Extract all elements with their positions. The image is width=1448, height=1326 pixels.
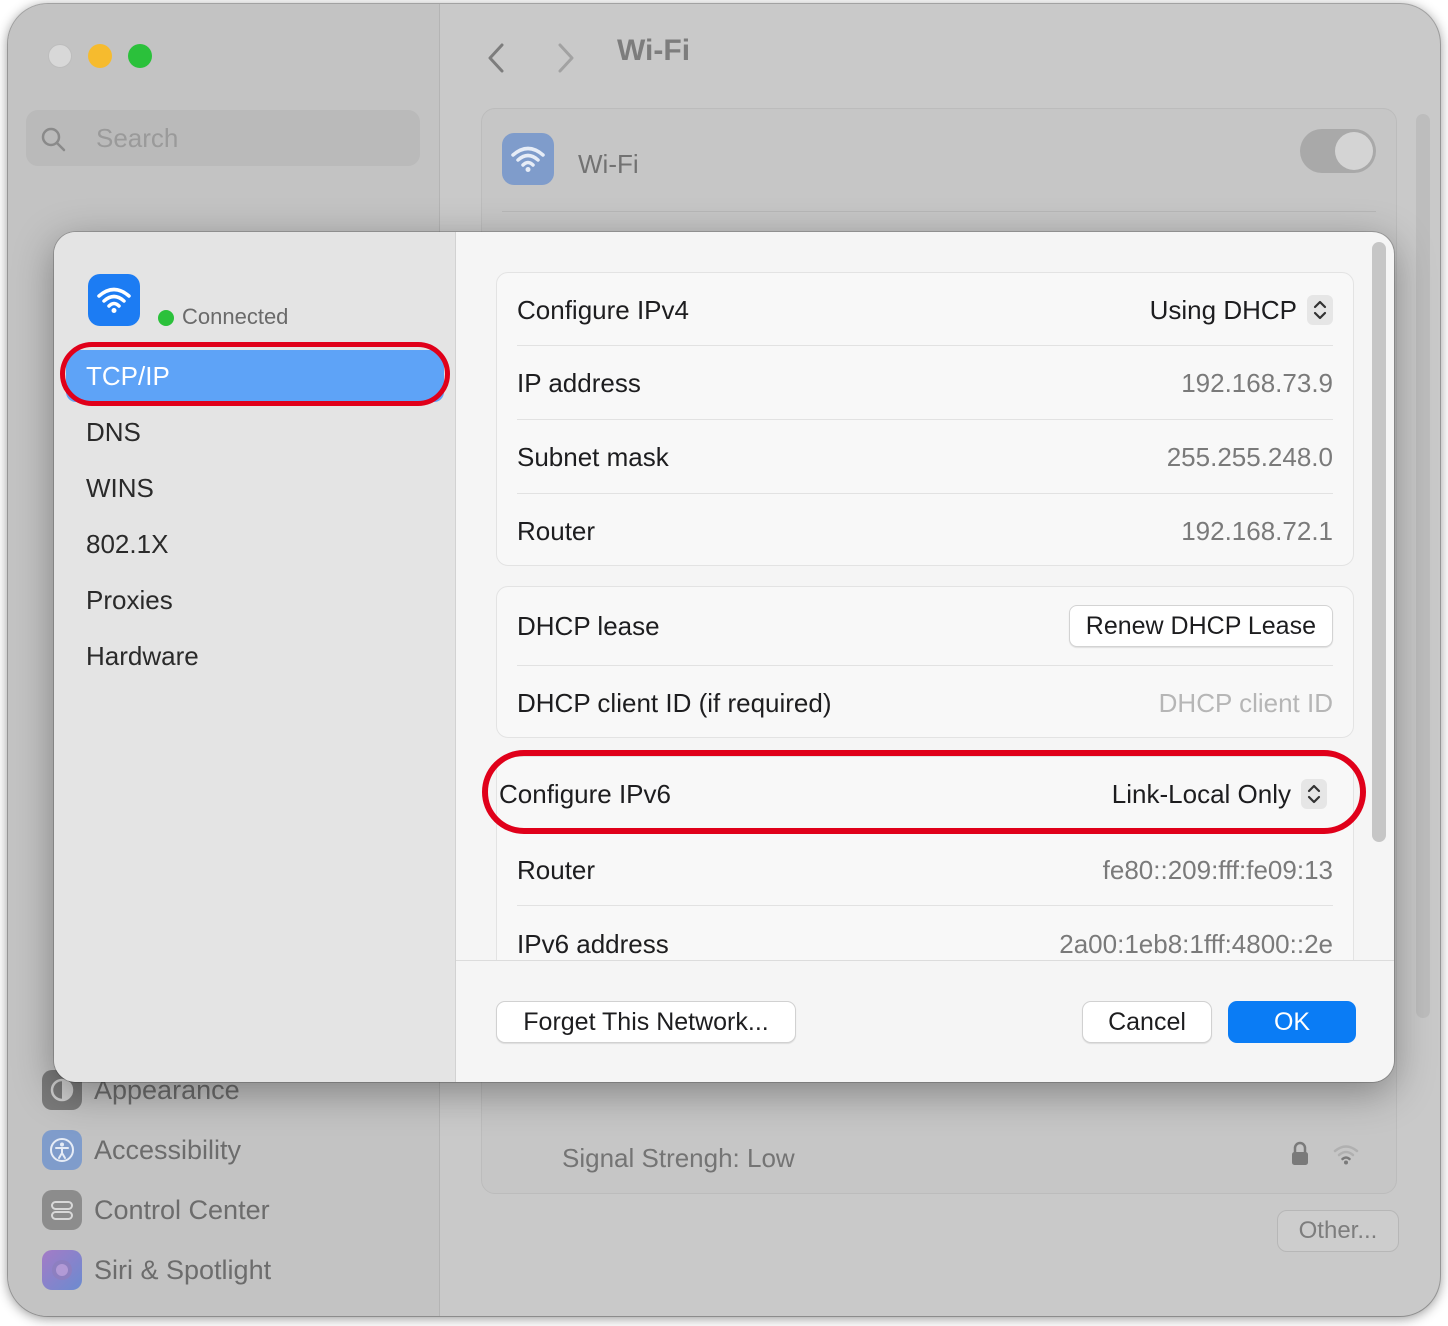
tab-tcp-ip[interactable]: TCP/IP [66, 350, 444, 402]
connected-status-dot [158, 310, 174, 326]
minimize-window-button[interactable] [88, 44, 112, 68]
ipv6-router-label: Router [517, 854, 596, 885]
configure-ipv6-label: Configure IPv6 [499, 778, 671, 809]
ip-address-value: 192.168.73.9 [1181, 367, 1333, 398]
scrollbar[interactable] [1372, 242, 1386, 842]
divider [502, 211, 1376, 212]
ip-address-row: IP address 192.168.73.9 [517, 346, 1333, 420]
divider [517, 905, 1333, 906]
tab-802-1x[interactable]: 802.1X [66, 518, 444, 570]
dhcp-group: DHCP lease Renew DHCP Lease DHCP client … [496, 586, 1354, 738]
network-details-sheet: Connected TCP/IP DNS WINS 802.1X Proxies… [54, 232, 1394, 1082]
sidebar-item-control-center[interactable]: Control Center [42, 1188, 270, 1232]
ipv4-router-value: 192.168.72.1 [1181, 515, 1333, 546]
accessibility-icon [42, 1130, 82, 1170]
network-row-icons [1290, 1141, 1360, 1167]
chevron-left-icon [488, 43, 504, 73]
dhcp-client-id-label: DHCP client ID (if required) [517, 687, 832, 718]
wifi-toggle[interactable] [1300, 129, 1376, 173]
updown-chevron-icon [1307, 295, 1333, 325]
close-window-button[interactable] [48, 44, 72, 68]
ip-address-label: IP address [517, 367, 641, 398]
scrollbar[interactable] [1416, 114, 1430, 1018]
configure-ipv4-value: Using DHCP [1149, 294, 1297, 325]
tab-dns[interactable]: DNS [66, 406, 444, 458]
sidebar-item-label: Siri & Spotlight [94, 1254, 272, 1285]
siri-icon [42, 1250, 82, 1290]
sidebar-item-siri-spotlight[interactable]: Siri & Spotlight [42, 1248, 271, 1292]
ipv6-group: Configure IPv6 Link-Local Only Router fe… [496, 756, 1354, 960]
configure-ipv6-value: Link-Local Only [1111, 778, 1291, 809]
forget-network-button[interactable]: Forget This Network... [496, 1001, 796, 1043]
configure-ipv4-label: Configure IPv4 [517, 294, 689, 325]
updown-chevron-icon [1301, 779, 1327, 809]
ipv4-router-row: Router 192.168.72.1 [517, 494, 1333, 568]
ipv6-address-row: IPv6 address 2a00:1eb8:1fff:4800::2e [517, 907, 1333, 960]
sidebar-item-label: Accessibility [94, 1134, 242, 1165]
back-button[interactable] [479, 36, 513, 80]
tab-wins[interactable]: WINS [66, 462, 444, 514]
configure-ipv4-row: Configure IPv4 Using DHCP [517, 273, 1333, 347]
tab-hardware[interactable]: Hardware [66, 630, 444, 682]
dhcp-client-id-field[interactable]: DHCP client ID [1159, 688, 1333, 719]
subnet-mask-value: 255.255.248.0 [1166, 441, 1333, 472]
other-network-button[interactable]: Other... [1277, 1210, 1399, 1252]
tcp-ip-panel: Configure IPv4 Using DHCP IP address 192… [456, 232, 1394, 960]
control-center-icon [42, 1190, 82, 1230]
configure-ipv4-popup[interactable]: Using DHCP [1150, 295, 1333, 326]
sidebar-item-label: Control Center [94, 1194, 270, 1225]
ipv4-group: Configure IPv4 Using DHCP IP address 192… [496, 272, 1354, 566]
dhcp-client-id-row: DHCP client ID (if required) DHCP client… [517, 666, 1333, 740]
sidebar-search[interactable] [26, 110, 420, 166]
ipv6-address-value: 2a00:1eb8:1fff:4800::2e [1059, 928, 1333, 959]
zoom-window-button[interactable] [128, 44, 152, 68]
ipv6-router-row: Router fe80::209:fff:fe09:13 [517, 833, 1333, 907]
cancel-button[interactable]: Cancel [1082, 1001, 1212, 1043]
forward-button[interactable] [549, 36, 583, 80]
ipv4-router-label: Router [517, 515, 596, 546]
subnet-mask-label: Subnet mask [517, 441, 669, 472]
page-title: Wi-Fi [617, 34, 691, 67]
search-icon [41, 127, 66, 152]
toggle-knob [1335, 132, 1373, 170]
configure-ipv6-row: Configure IPv6 Link-Local Only [499, 757, 1327, 831]
chevron-right-icon [558, 43, 574, 73]
configure-ipv6-popup[interactable]: Link-Local Only [1112, 779, 1327, 810]
sheet-footer: Forget This Network... Cancel OK [456, 960, 1394, 1082]
dhcp-lease-label: DHCP lease [517, 610, 660, 641]
tab-proxies[interactable]: Proxies [66, 574, 444, 626]
ipv6-router-value: fe80::209:fff:fe09:13 [1102, 854, 1333, 885]
wifi-toggle-label: Wi-Fi [578, 149, 639, 179]
wifi-signal-icon [1333, 1145, 1359, 1165]
network-row-label: Signal Strengh: Low [562, 1143, 795, 1173]
sheet-sidebar: Connected TCP/IP DNS WINS 802.1X Proxies… [54, 232, 456, 1082]
search-input[interactable] [96, 120, 396, 156]
lock-icon [1292, 1141, 1308, 1165]
renew-dhcp-lease-button[interactable]: Renew DHCP Lease [1068, 605, 1333, 647]
ok-button[interactable]: OK [1228, 1001, 1356, 1043]
sidebar-item-accessibility[interactable]: Accessibility [42, 1128, 241, 1172]
wifi-icon [502, 133, 554, 185]
wifi-icon [88, 274, 140, 326]
dhcp-lease-row: DHCP lease Renew DHCP Lease [517, 589, 1333, 663]
ipv6-address-label: IPv6 address [517, 928, 669, 959]
connection-status: Connected [182, 304, 289, 329]
subnet-mask-row: Subnet mask 255.255.248.0 [517, 420, 1333, 494]
